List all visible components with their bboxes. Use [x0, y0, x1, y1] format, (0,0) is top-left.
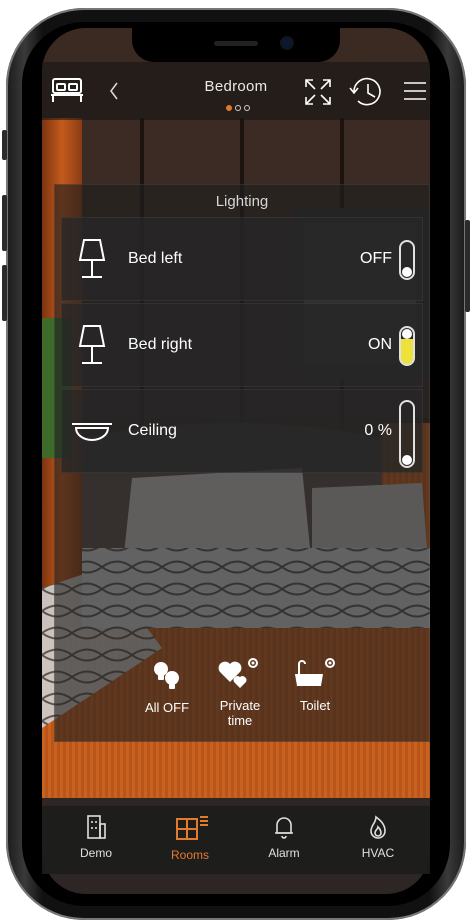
volume-up-button — [2, 195, 7, 251]
light-label: Ceiling — [128, 422, 177, 439]
front-camera — [282, 38, 292, 48]
scene-private-time-button[interactable]: Private time — [212, 656, 268, 728]
toggle-knob — [402, 267, 412, 277]
scene-label: All OFF — [144, 700, 190, 715]
toggle-knob — [402, 329, 412, 339]
top-bar: Bedroom — [42, 62, 430, 120]
light-state: ON — [368, 336, 392, 353]
slider-knob[interactable] — [402, 455, 412, 465]
hearts-settings-icon — [218, 658, 258, 688]
scene-all-off-button[interactable]: All OFF — [140, 658, 194, 715]
history-clock-icon[interactable] — [348, 75, 384, 114]
page-indicator — [226, 105, 250, 111]
bulbs-icon — [154, 662, 179, 689]
page-dot[interactable] — [244, 105, 250, 111]
light-row-bed-left[interactable]: Bed left OFF — [61, 217, 423, 301]
scene-label: Toilet — [299, 698, 331, 713]
scene-label-line2: time — [227, 713, 253, 728]
dimmer-slider[interactable] — [399, 400, 415, 468]
floorplan-icon — [176, 816, 208, 840]
tab-label: Demo — [79, 846, 112, 860]
scene-label-line1: Private — [219, 698, 261, 713]
tab-hvac[interactable]: HVAC — [338, 814, 418, 860]
tab-label: Alarm — [268, 846, 300, 860]
tab-label: Rooms — [170, 848, 209, 862]
bell-icon — [275, 817, 293, 839]
light-label: Bed left — [128, 250, 183, 267]
scene-toilet-button[interactable]: Toilet — [290, 656, 340, 713]
light-toggle-on[interactable] — [399, 326, 415, 366]
power-button — [465, 220, 470, 312]
menu-icon[interactable] — [404, 80, 426, 107]
ceiling-light-icon — [70, 408, 114, 454]
bottom-tab-bar: Demo Rooms Alarm HVAC — [42, 806, 430, 874]
scene-buttons: All OFF Private time Toilet — [54, 650, 428, 740]
table-lamp-icon — [70, 322, 114, 368]
tab-rooms[interactable]: Rooms — [150, 814, 230, 862]
light-row-ceiling[interactable]: Ceiling 0 % — [61, 389, 423, 473]
page-dot[interactable] — [235, 105, 241, 111]
building-icon — [87, 815, 106, 839]
tab-demo[interactable]: Demo — [56, 814, 136, 860]
dimmer-level: 0 % — [364, 422, 392, 439]
device-notch — [132, 28, 340, 62]
page-dot-active[interactable] — [226, 105, 232, 111]
volume-down-button — [2, 265, 7, 321]
panel-title: Lighting — [215, 193, 269, 210]
tab-label: HVAC — [361, 846, 395, 860]
light-label: Bed right — [128, 336, 193, 353]
mute-switch — [2, 130, 7, 160]
bathtub-settings-icon — [295, 658, 335, 686]
tab-alarm[interactable]: Alarm — [244, 814, 324, 860]
fullscreen-icon[interactable] — [304, 78, 332, 111]
flame-icon — [370, 815, 386, 839]
light-row-bed-right[interactable]: Bed right ON — [61, 303, 423, 387]
light-state: OFF — [360, 250, 392, 267]
light-toggle-off[interactable] — [399, 240, 415, 280]
speaker-grille — [214, 41, 258, 46]
table-lamp-icon — [70, 236, 114, 282]
